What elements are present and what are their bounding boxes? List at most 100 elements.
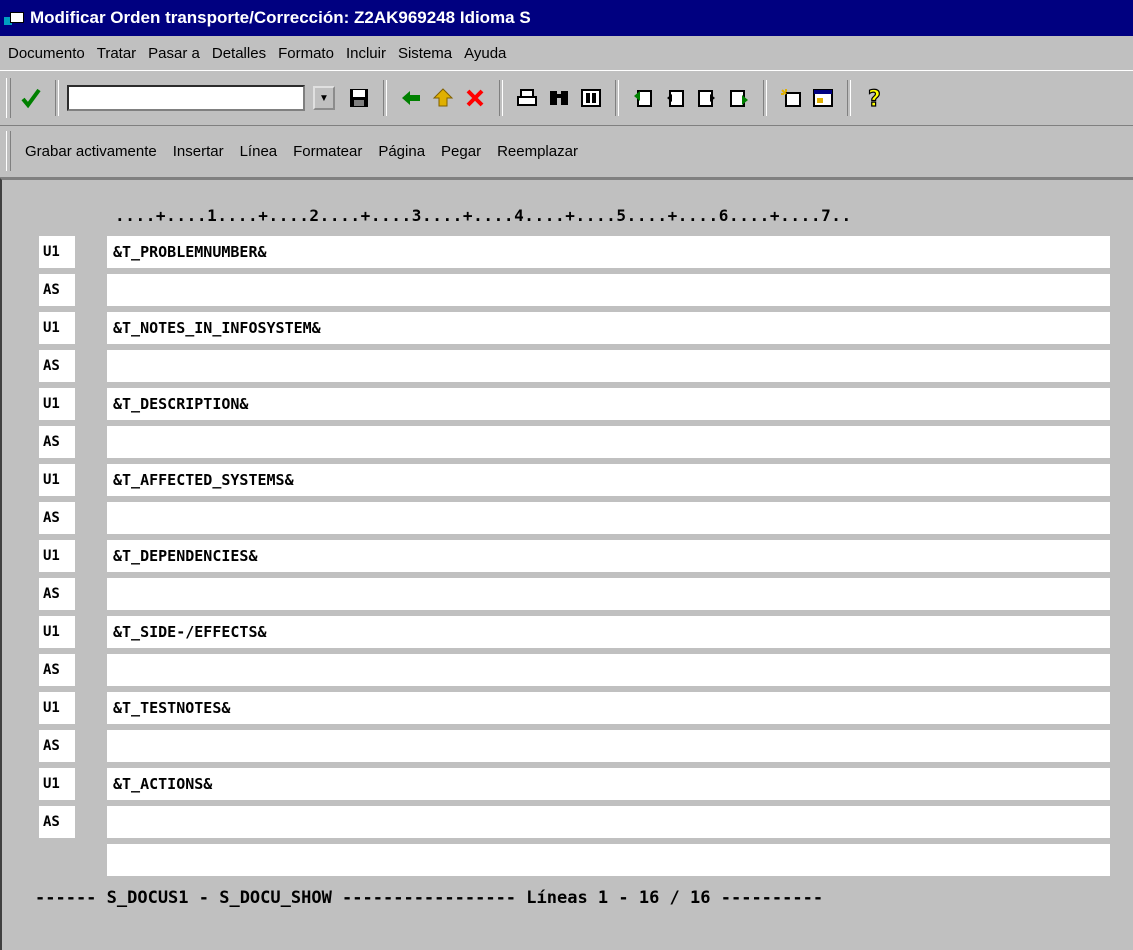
paragraph-format-field[interactable]: AS: [39, 806, 75, 838]
text-line-field[interactable]: &T_AFFECTED_SYSTEMS&: [107, 464, 1110, 496]
editor-row: AS: [2, 654, 1133, 686]
menu-sistema[interactable]: Sistema: [398, 43, 452, 64]
editor-row: AS: [2, 578, 1133, 610]
editor-status-line: ------ S_DOCUS1 - S_DOCU_SHOW ----------…: [35, 888, 824, 908]
first-page-icon[interactable]: [631, 86, 655, 110]
linea-button[interactable]: Línea: [240, 143, 278, 160]
grabar-activamente-button[interactable]: Grabar activamente: [25, 143, 157, 160]
up-icon[interactable]: [431, 86, 455, 110]
find-next-icon[interactable]: [579, 86, 603, 110]
command-field[interactable]: [67, 85, 305, 111]
editor-row: U1 &T_NOTES_IN_INFOSYSTEM&: [2, 312, 1133, 344]
paragraph-format-field[interactable]: AS: [39, 730, 75, 762]
text-line-field[interactable]: [107, 426, 1110, 458]
paragraph-format-field[interactable]: U1: [39, 692, 75, 724]
editor-row: AS: [2, 274, 1133, 306]
toolbar-separator: [499, 80, 503, 116]
paragraph-format-field[interactable]: U1: [39, 236, 75, 268]
text-line-field[interactable]: &T_TESTNOTES&: [107, 692, 1110, 724]
editor-row: U1 &T_TESTNOTES&: [2, 692, 1133, 724]
text-line-field[interactable]: &T_ACTIONS&: [107, 768, 1110, 800]
toolbar-grip[interactable]: [6, 131, 11, 171]
editor-row: AS: [2, 730, 1133, 762]
column-ruler: ....+....1....+....2....+....3....+....4…: [115, 206, 852, 225]
text-line-field[interactable]: &T_PROBLEMNUMBER&: [107, 236, 1110, 268]
paragraph-format-field[interactable]: AS: [39, 426, 75, 458]
text-line-field[interactable]: [107, 274, 1110, 306]
toolbar-separator: [763, 80, 767, 116]
toolbar-separator: [615, 80, 619, 116]
text-line-field[interactable]: [107, 350, 1110, 382]
editor-row: U1 &T_DESCRIPTION&: [2, 388, 1133, 420]
paragraph-format-field[interactable]: AS: [39, 654, 75, 686]
editor-row: U1 &T_SIDE-/EFFECTS&: [2, 616, 1133, 648]
editor-area: ....+....1....+....2....+....3....+....4…: [0, 178, 1133, 950]
create-session-icon[interactable]: [779, 86, 803, 110]
pegar-button[interactable]: Pegar: [441, 143, 481, 160]
text-line-field[interactable]: [107, 654, 1110, 686]
cancel-icon[interactable]: [463, 86, 487, 110]
editor-row: U1 &T_DEPENDENCIES&: [2, 540, 1133, 572]
text-line-field[interactable]: &T_NOTES_IN_INFOSYSTEM&: [107, 312, 1110, 344]
toolbar-grip[interactable]: [6, 78, 11, 118]
standard-toolbar: ▼ ?: [0, 70, 1133, 126]
insertar-button[interactable]: Insertar: [173, 143, 224, 160]
last-page-icon[interactable]: [727, 86, 751, 110]
paragraph-format-field[interactable]: U1: [39, 312, 75, 344]
paragraph-format-field[interactable]: U1: [39, 540, 75, 572]
back-icon[interactable]: [399, 86, 423, 110]
menu-pasar-a[interactable]: Pasar a: [148, 43, 200, 64]
menu-formato[interactable]: Formato: [278, 43, 334, 64]
paragraph-format-field[interactable]: U1: [39, 464, 75, 496]
menu-bar: Documento Tratar Pasar a Detalles Format…: [0, 36, 1133, 70]
check-icon[interactable]: [19, 86, 43, 110]
editor-row: U1 &T_ACTIONS&: [2, 768, 1133, 800]
title-bar: Modificar Orden transporte/Corrección: Z…: [0, 0, 1133, 36]
previous-page-icon[interactable]: [663, 86, 687, 110]
reemplazar-button[interactable]: Reemplazar: [497, 143, 578, 160]
editor-row: AS: [2, 806, 1133, 838]
text-line-field[interactable]: &T_DEPENDENCIES&: [107, 540, 1110, 572]
text-line-field[interactable]: [107, 578, 1110, 610]
text-line-field[interactable]: [107, 844, 1110, 876]
menu-detalles[interactable]: Detalles: [212, 43, 266, 64]
paragraph-format-field[interactable]: AS: [39, 502, 75, 534]
editor-row: U1 &T_PROBLEMNUMBER&: [2, 236, 1133, 268]
text-line-field[interactable]: [107, 730, 1110, 762]
editor-row: U1 &T_AFFECTED_SYSTEMS&: [2, 464, 1133, 496]
paragraph-format-field[interactable]: AS: [39, 578, 75, 610]
shortcut-icon[interactable]: [811, 86, 835, 110]
paragraph-format-field[interactable]: U1: [39, 768, 75, 800]
menu-incluir[interactable]: Incluir: [346, 43, 386, 64]
menu-tratar[interactable]: Tratar: [97, 43, 136, 64]
next-page-icon[interactable]: [695, 86, 719, 110]
formatear-button[interactable]: Formatear: [293, 143, 362, 160]
sap-system-icon[interactable]: [4, 10, 26, 26]
editor-row: AS: [2, 350, 1133, 382]
command-history-dropdown[interactable]: ▼: [313, 86, 335, 110]
application-toolbar: Grabar activamente Insertar Línea Format…: [0, 125, 1133, 178]
paragraph-format-field[interactable]: U1: [39, 616, 75, 648]
help-icon[interactable]: ?: [863, 86, 887, 110]
paragraph-format-field[interactable]: AS: [39, 350, 75, 382]
svg-text:?: ?: [868, 87, 881, 109]
text-line-field[interactable]: &T_SIDE-/EFFECTS&: [107, 616, 1110, 648]
editor-row: AS: [2, 426, 1133, 458]
toolbar-separator: [383, 80, 387, 116]
toolbar-separator: [847, 80, 851, 116]
text-line-field[interactable]: &T_DESCRIPTION&: [107, 388, 1110, 420]
window-title: Modificar Orden transporte/Corrección: Z…: [30, 8, 531, 27]
print-icon[interactable]: [515, 86, 539, 110]
save-icon[interactable]: [347, 86, 371, 110]
editor-row: AS: [2, 502, 1133, 534]
text-line-field[interactable]: [107, 502, 1110, 534]
paragraph-format-field[interactable]: AS: [39, 274, 75, 306]
menu-documento[interactable]: Documento: [8, 43, 85, 64]
text-line-field[interactable]: [107, 806, 1110, 838]
find-icon[interactable]: [547, 86, 571, 110]
toolbar-separator: [55, 80, 59, 116]
chevron-down-icon: ▼: [319, 92, 329, 104]
pagina-button[interactable]: Página: [378, 143, 425, 160]
paragraph-format-field[interactable]: U1: [39, 388, 75, 420]
menu-ayuda[interactable]: Ayuda: [464, 43, 506, 64]
